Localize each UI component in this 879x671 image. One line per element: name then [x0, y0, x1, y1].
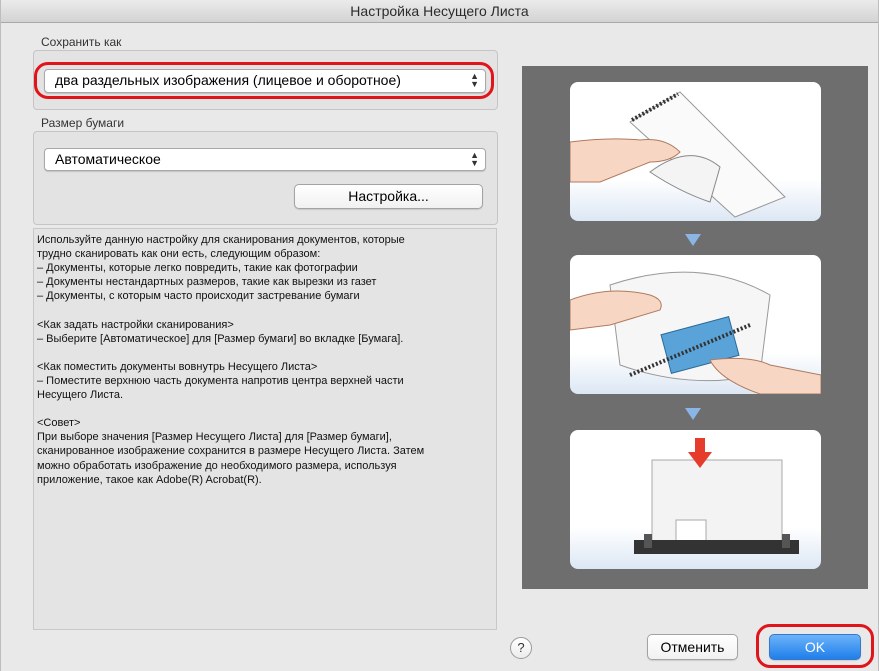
paper-size-value: Автоматическое: [55, 151, 161, 167]
cancel-button[interactable]: Отменить: [647, 634, 738, 660]
window-title: Настройка Несущего Листа: [1, 0, 878, 23]
step-2-panel: [569, 255, 822, 395]
place-document-illustration: [569, 271, 822, 395]
save-as-label: Сохранить как: [41, 35, 122, 49]
save-as-highlight: [34, 62, 494, 99]
popup-arrows-icon: ▲ ▼: [470, 150, 479, 168]
step-1-panel: [569, 82, 821, 221]
carrier-sheet-illustration: [522, 66, 868, 589]
insert-document-illustration: [569, 91, 786, 218]
paper-size-label: Размер бумаги: [41, 116, 125, 130]
description-text: Используйте данную настройку для сканиро…: [33, 228, 497, 630]
paper-size-select[interactable]: Автоматическое ▲ ▼: [44, 148, 486, 171]
step-3-panel: [570, 430, 821, 569]
step-arrow-icon: [685, 234, 701, 246]
step-arrow-icon: [685, 408, 701, 420]
paper-size-settings-button[interactable]: Настройка...: [294, 184, 483, 209]
paper-size-group: Автоматическое ▲ ▼ Настройка...: [33, 131, 498, 225]
help-button[interactable]: ?: [510, 637, 532, 659]
carrier-sheet-settings-dialog: Настройка Несущего Листа Сохранить как д…: [0, 0, 879, 671]
scan-carrier-illustration: [634, 438, 799, 554]
ok-highlight: [756, 624, 874, 668]
